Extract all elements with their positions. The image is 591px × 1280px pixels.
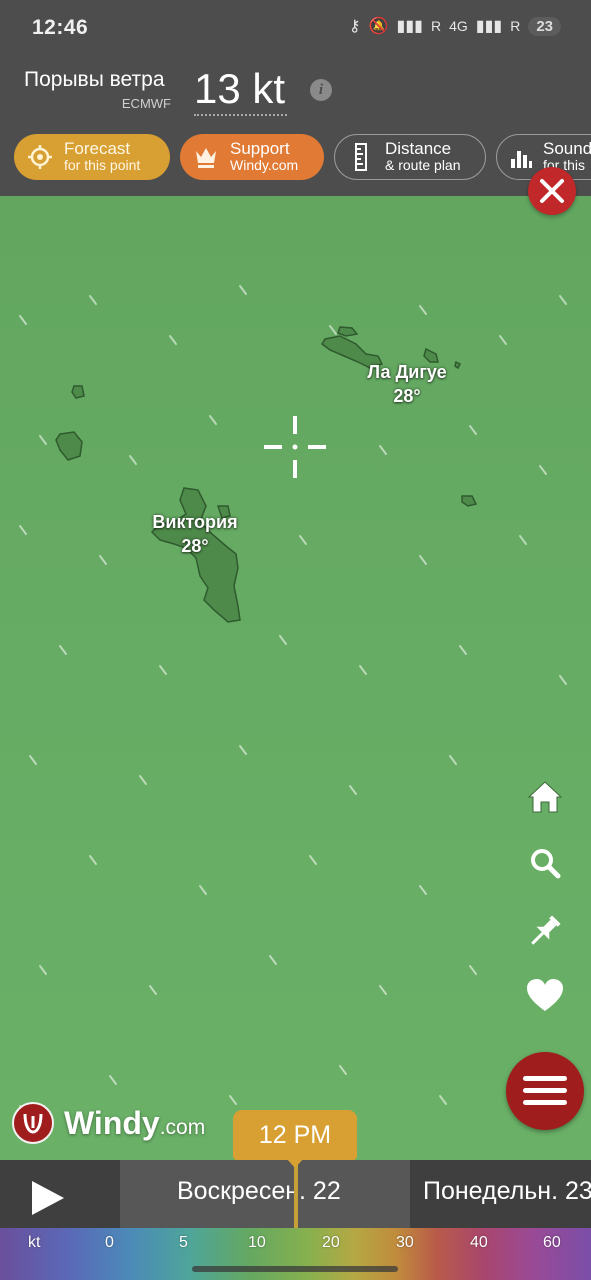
search-button[interactable] <box>520 838 570 888</box>
legend-tick: 40 <box>470 1234 488 1251</box>
day-current-label[interactable]: Воскресен. 22 <box>177 1177 341 1206</box>
action-pills: Forecast for this point Support Windy.co… <box>14 134 591 180</box>
play-icon[interactable] <box>28 1178 68 1218</box>
legend-tick: 0 <box>105 1234 114 1251</box>
support-button[interactable]: Support Windy.com <box>180 134 324 180</box>
top-panel: 12:46 ⚷ 🔕 ▮▮▮ R 4G ▮▮▮ R 23 Порывы ветра… <box>0 0 591 196</box>
legend-tick: 20 <box>322 1234 340 1251</box>
wind-particles <box>19 285 567 1115</box>
distance-button[interactable]: Distance & route plan <box>334 134 486 180</box>
status-time: 12:46 <box>32 16 89 39</box>
mute-icon: 🔕 <box>368 18 389 35</box>
close-button[interactable] <box>528 167 576 215</box>
home-indicator[interactable] <box>192 1266 398 1272</box>
color-legend[interactable]: kt 0 5 10 20 30 40 60 <box>0 1228 591 1280</box>
forecast-sublabel: for this point <box>64 157 141 173</box>
crown-icon <box>192 143 220 171</box>
pin-icon <box>531 915 561 945</box>
battery-indicator: 23 <box>528 16 561 36</box>
windy-logo-icon <box>12 1102 54 1144</box>
search-icon <box>531 849 561 879</box>
island-label-la-digue[interactable]: Ла Дигуе 28° <box>356 360 458 408</box>
key-icon: ⚷ <box>348 18 361 35</box>
legend-tick: 5 <box>179 1234 188 1251</box>
close-icon <box>540 179 564 203</box>
signal-label-1: R <box>430 18 442 34</box>
target-icon <box>26 143 54 171</box>
forecast-button[interactable]: Forecast for this point <box>14 134 170 180</box>
status-icons: ⚷ 🔕 ▮▮▮ R 4G ▮▮▮ R 23 <box>349 16 561 36</box>
metric-title[interactable]: Порывы ветра <box>24 68 165 92</box>
menu-button[interactable] <box>506 1052 584 1130</box>
hamburger-icon <box>523 1076 567 1105</box>
model-name[interactable]: ECMWF <box>24 96 171 111</box>
island-name: Ла Дигуе <box>367 362 447 382</box>
support-label: Support <box>230 139 290 158</box>
sounding-label: Sounding <box>543 139 591 158</box>
windy-logo[interactable]: Windy.com <box>12 1102 205 1144</box>
time-bubble-pointer <box>286 1158 304 1168</box>
distance-sublabel: & route plan <box>385 157 461 173</box>
day-next-label[interactable]: Понедельн. 23 <box>423 1177 591 1206</box>
home-button[interactable] <box>520 772 570 822</box>
island-temperature: 28° <box>181 536 209 556</box>
legend-unit: kt <box>28 1234 41 1251</box>
info-icon[interactable]: i <box>310 79 332 101</box>
time-marker[interactable] <box>294 1160 298 1228</box>
pin-button[interactable] <box>520 906 570 956</box>
distance-label: Distance <box>385 139 452 158</box>
forecast-label: Forecast <box>64 139 131 158</box>
heart-icon <box>527 979 563 1011</box>
support-sublabel: Windy.com <box>230 157 299 173</box>
island-label-victoria[interactable]: Виктория 28° <box>140 510 250 558</box>
crosshair-center <box>292 444 298 450</box>
signal-icon-1: ▮▮▮ <box>396 18 423 35</box>
home-icon <box>527 781 563 813</box>
wind-map[interactable]: Ла Дигуе 28° Виктория 28° <box>0 196 591 1160</box>
logo-brand: Windy <box>64 1104 160 1141</box>
ruler-icon <box>347 143 375 171</box>
bar-chart-icon <box>509 143 533 171</box>
legend-tick: 10 <box>248 1234 266 1251</box>
status-bar: 12:46 ⚷ 🔕 ▮▮▮ R 4G ▮▮▮ R 23 <box>0 0 591 56</box>
metric-value[interactable]: 13 kt <box>194 64 288 116</box>
legend-tick: 30 <box>396 1234 414 1251</box>
legend-tick: 60 <box>543 1234 561 1251</box>
island-name: Виктория <box>152 512 238 532</box>
current-time-bubble[interactable]: 12 PM <box>233 1110 357 1160</box>
logo-suffix: .com <box>159 1115 206 1139</box>
signal-icon-2: ▮▮▮ <box>475 18 503 35</box>
island-temperature: 28° <box>393 386 421 406</box>
network-label: 4G <box>449 18 468 34</box>
favorites-button[interactable] <box>520 970 570 1020</box>
signal-label-2: R <box>510 18 521 34</box>
